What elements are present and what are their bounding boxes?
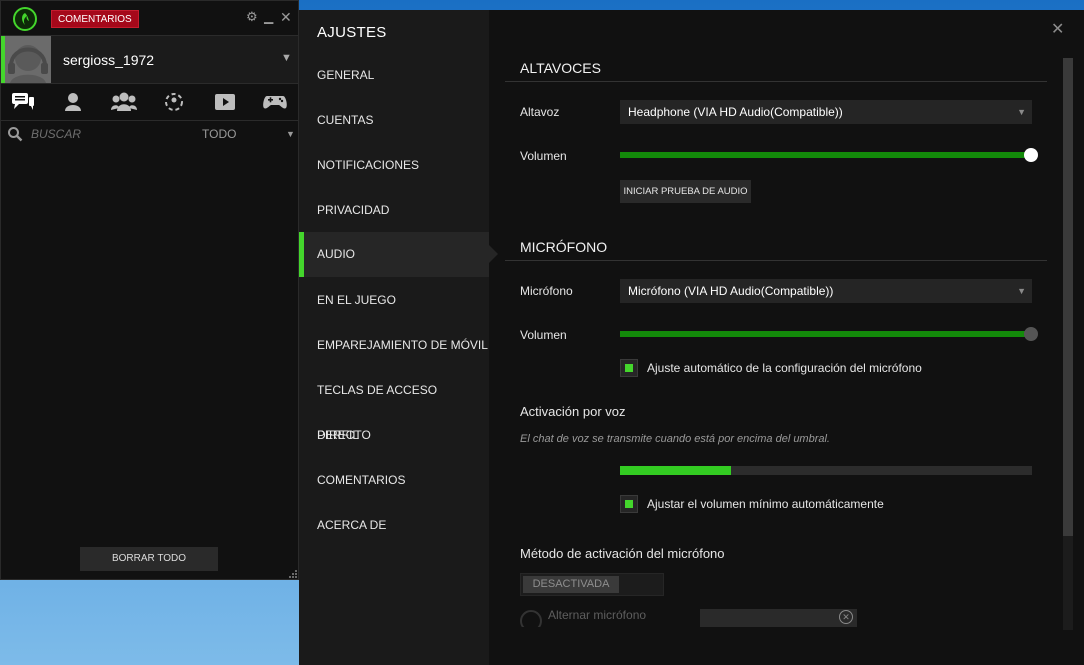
search-icon: [7, 126, 23, 147]
nav-item-general[interactable]: GENERAL: [299, 53, 489, 98]
slider-fill: [620, 331, 1032, 337]
threshold-fill: [620, 466, 732, 475]
slider-knob[interactable]: [1024, 148, 1038, 162]
nav-item-feedback[interactable]: COMENTARIOS: [299, 458, 489, 503]
minimize-icon[interactable]: ▁: [264, 9, 273, 25]
auto-min-volume-checkbox[interactable]: [620, 495, 638, 513]
search-row: TODO ▼: [1, 122, 298, 146]
activation-mode-toggle[interactable]: DESACTIVADA: [520, 573, 664, 596]
chat-panel: COMENTARIOS ⚙ ▁ ✕ sergioss_1972 ▼ BUSCAR…: [0, 0, 299, 580]
scroll-thumb[interactable]: [1063, 58, 1073, 536]
microphone-volume-slider[interactable]: [620, 327, 1038, 341]
search-input[interactable]: [31, 126, 181, 142]
voice-activation-description: El chat de voz se transmite cuando está …: [520, 433, 830, 445]
settings-sidebar: AJUSTES GENERAL CUENTAS NOTIFICACIONES P…: [299, 10, 498, 665]
slider-fill: [620, 152, 1032, 158]
chat-icon[interactable]: [10, 91, 36, 115]
friend-icon[interactable]: [60, 91, 86, 115]
group-icon[interactable]: [111, 91, 137, 115]
feedback-badge[interactable]: COMENTARIOS: [51, 10, 139, 28]
microphone-dropdown[interactable]: Micrófono (VIA HD Audio(Compatible)) ▼: [620, 279, 1032, 303]
close-icon[interactable]: ✕: [1051, 19, 1064, 39]
community-icon[interactable]: [161, 91, 187, 115]
settings-window: AJUSTES GENERAL CUENTAS NOTIFICACIONES P…: [299, 10, 1084, 665]
speaker-label: Altavoz: [520, 105, 560, 119]
chevron-down-icon: ▼: [1017, 286, 1026, 296]
microphone-heading: MICRÓFONO: [520, 239, 608, 255]
nav-item-in-game[interactable]: EN EL JUEGO: [299, 278, 489, 323]
clear-icon[interactable]: ✕: [839, 610, 853, 624]
nav-item-hotkeys[interactable]: TECLAS DE ACCESO DIRECTO: [299, 368, 489, 442]
gear-icon[interactable]: ⚙: [246, 9, 258, 25]
nav-item-privacy[interactable]: PRIVACIDAD: [299, 188, 489, 233]
chat-titlebar: COMENTARIOS ⚙ ▁ ✕: [1, 1, 298, 35]
activation-method-heading: Método de activación del micrófono: [520, 546, 725, 561]
speaker-dropdown-value: Headphone (VIA HD Audio(Compatible)): [628, 105, 843, 119]
auto-min-volume-label: Ajustar el volumen mínimo automáticament…: [647, 497, 884, 511]
audio-settings-panel: ✕ ALTAVOCES Altavoz Headphone (VIA HD Au…: [489, 10, 1084, 665]
username: sergioss_1972: [63, 52, 155, 68]
speaker-volume-slider[interactable]: [620, 148, 1038, 162]
divider: [505, 260, 1047, 261]
microphone-volume-label: Volumen: [520, 328, 567, 342]
speaker-dropdown[interactable]: Headphone (VIA HD Audio(Compatible)) ▼: [620, 100, 1032, 124]
nav-item-accounts[interactable]: CUENTAS: [299, 98, 489, 143]
filter-dropdown[interactable]: TODO: [202, 127, 236, 141]
start-audio-test-button[interactable]: INICIAR PRUEBA DE AUDIO: [620, 180, 751, 203]
hotkey-input[interactable]: ✕: [700, 609, 857, 627]
chevron-down-icon[interactable]: ▼: [281, 52, 292, 64]
auto-mic-config-label: Ajuste automático de la configuración de…: [647, 361, 922, 375]
video-icon[interactable]: [212, 91, 238, 115]
divider: [505, 81, 1047, 82]
nav-item-mobile-pairing[interactable]: EMPAREJAMIENTO DE MÓVIL: [299, 323, 489, 368]
speaker-volume-label: Volumen: [520, 149, 567, 163]
microphone-label: Micrófono: [520, 284, 573, 298]
chevron-down-icon[interactable]: ▼: [286, 129, 295, 139]
speakers-heading: ALTAVOCES: [520, 60, 601, 76]
voice-threshold-meter[interactable]: [620, 466, 1032, 475]
gamepad-icon[interactable]: [262, 91, 288, 115]
scrollbar[interactable]: [1063, 58, 1073, 630]
slider-knob[interactable]: [1024, 327, 1038, 341]
toggle-mic-label: Alternar micrófono: [548, 608, 647, 622]
microphone-dropdown-value: Micrófono (VIA HD Audio(Compatible)): [628, 284, 834, 298]
chevron-down-icon: ▼: [1017, 107, 1026, 117]
voice-activation-heading: Activación por voz: [520, 404, 626, 419]
avatar[interactable]: [5, 36, 51, 83]
resize-grip-icon[interactable]: [287, 567, 297, 578]
nav-item-notifications[interactable]: NOTIFICACIONES: [299, 143, 489, 188]
scroll-clip: [489, 627, 1063, 665]
nav-item-about[interactable]: ACERCA DE: [299, 503, 489, 548]
settings-title: AJUSTES: [317, 24, 387, 41]
close-icon[interactable]: ✕: [280, 9, 292, 25]
nav-item-profile[interactable]: PERFIL: [299, 413, 489, 458]
razer-logo-icon[interactable]: [13, 7, 37, 31]
chat-tabs: [1, 85, 298, 121]
nav-item-audio[interactable]: AUDIO: [299, 232, 498, 277]
auto-mic-config-checkbox[interactable]: [620, 359, 638, 377]
mode-disabled-option[interactable]: DESACTIVADA: [523, 576, 619, 593]
user-profile-row[interactable]: sergioss_1972 ▼: [1, 35, 298, 84]
clear-all-button[interactable]: BORRAR TODO: [80, 547, 218, 571]
